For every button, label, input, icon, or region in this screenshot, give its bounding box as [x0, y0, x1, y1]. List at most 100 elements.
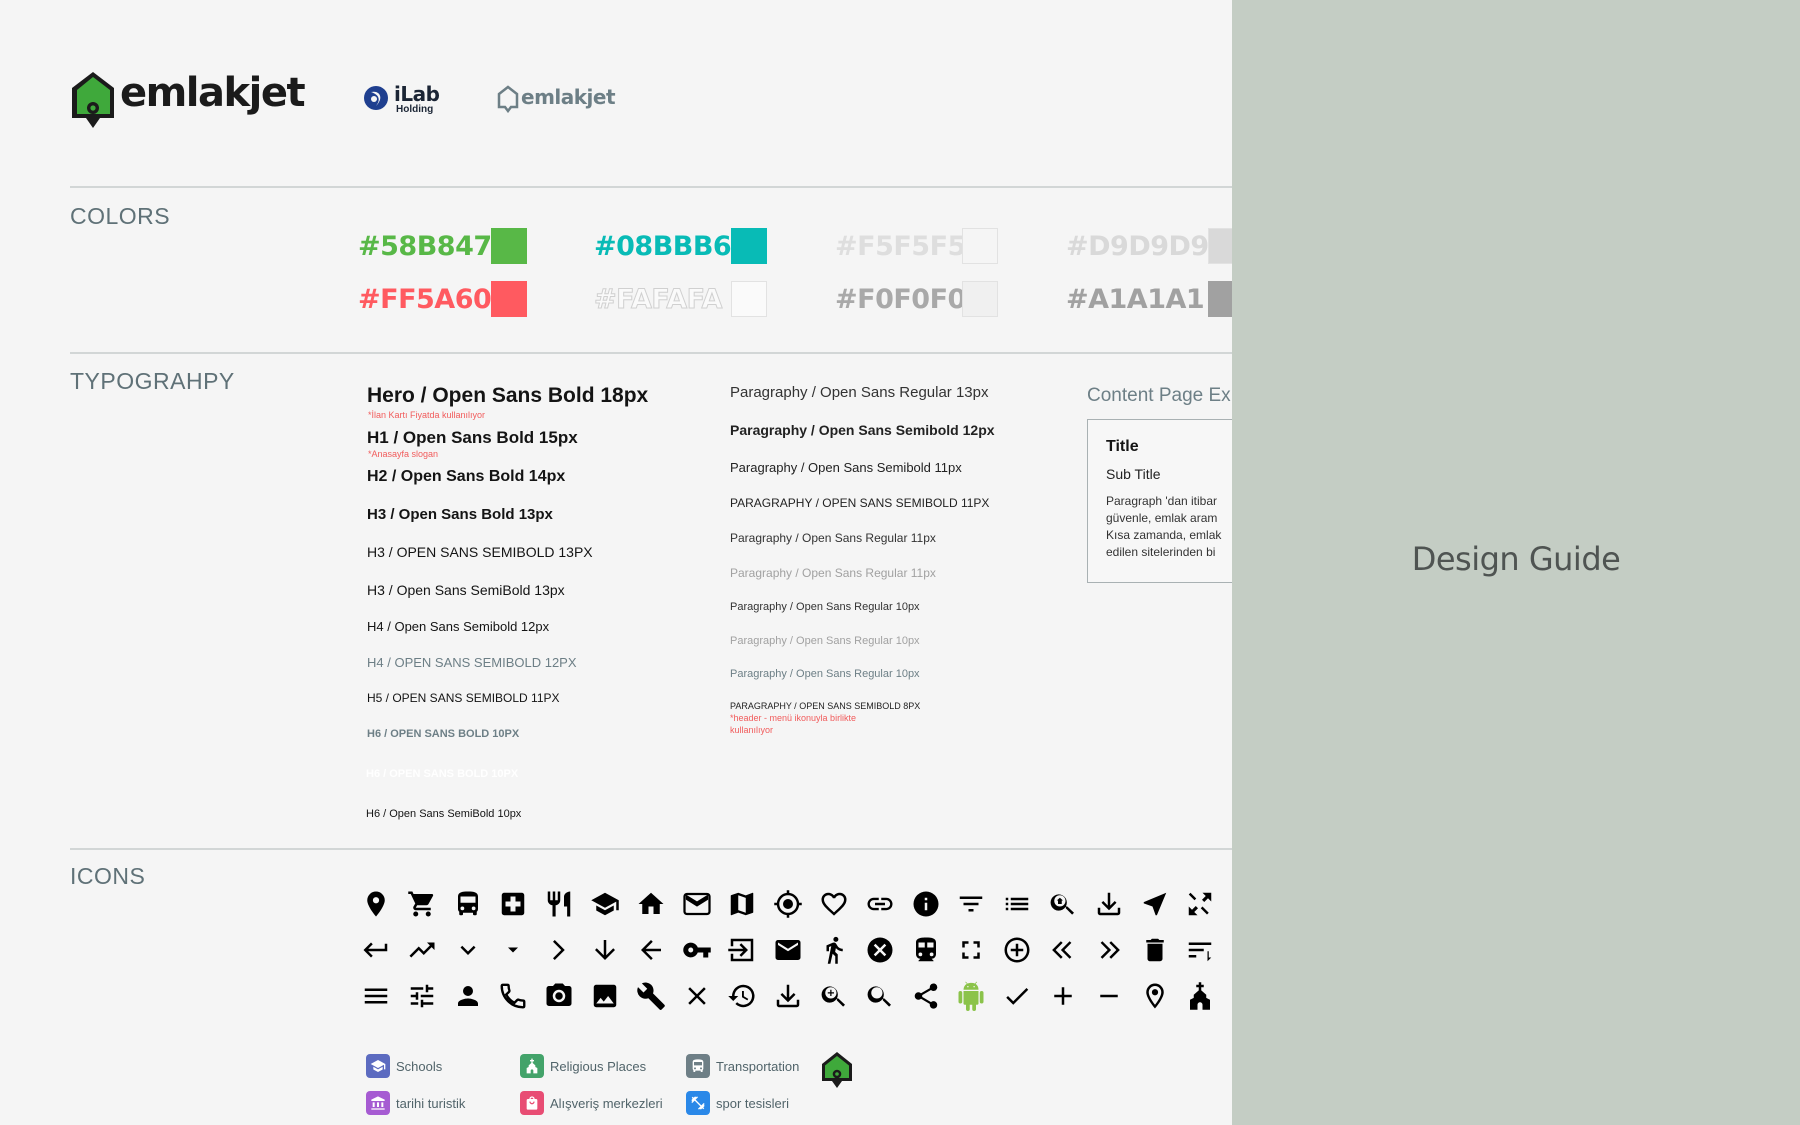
design-guide-canvas: emlakjet iLab Holding emlakjet COLORS #5… [0, 0, 1232, 1125]
search-icon [865, 981, 895, 1011]
p8-note-line-2: kullanılıyor [730, 725, 774, 735]
p11-regular-sample: Paragraphy / Open Sans Regular 11px [730, 531, 936, 545]
poi-legend-label: tarihi turistik [396, 1095, 466, 1111]
arrow-left-icon [636, 935, 666, 965]
train-icon [911, 935, 941, 965]
example-line-2: güvenle, emlak aram [1106, 511, 1218, 525]
poi-legend-label: Alışveriş merkezleri [550, 1095, 663, 1111]
p13-regular-sample: Paragraphy / Open Sans Regular 13px [730, 384, 989, 401]
close-icon [682, 981, 712, 1011]
poi-legend-label: spor tesisleri [716, 1095, 789, 1111]
color-swatch-08bbb6 [731, 228, 767, 264]
color-label-08bbb6: #08BBB6 [594, 231, 732, 262]
ilab-logo: iLab Holding [362, 82, 452, 118]
login-icon [727, 935, 757, 965]
camera-icon [544, 981, 574, 1011]
restaurant-icon [544, 889, 574, 919]
poi-legend-item: Transportation [686, 1054, 799, 1078]
color-label-f0f0f0: #F0F0F0 [835, 284, 966, 315]
h1-note: *Anasayfa slogan [368, 449, 439, 459]
poi-legend-item: Religious Places [520, 1054, 646, 1078]
typography-section-title: TYPOGRAHPY [70, 368, 235, 394]
bus-icon [453, 889, 483, 919]
p8-note-line-1: *header - menü ikonuyla birlikte [730, 713, 857, 723]
color-label-f5f5f5: #F5F5F5 [835, 231, 966, 262]
sport-icon [686, 1091, 710, 1115]
trash-icon [1140, 935, 1170, 965]
h3-bold-sample: H3 / Open Sans Bold 13px [367, 506, 553, 523]
church-icon [520, 1054, 544, 1078]
color-label-a1a1a1: #A1A1A1 [1066, 284, 1205, 315]
bag-icon [520, 1091, 544, 1115]
p10-regular-sample: Paragraphy / Open Sans Regular 10px [730, 601, 920, 613]
key-icon [682, 935, 712, 965]
poi-legend-label: Transportation [716, 1058, 800, 1074]
p11-semibold-sample: Paragraphy / Open Sans Semibold 11px [730, 460, 962, 475]
p12-semibold-sample: Paragraphy / Open Sans Semibold 12px [730, 422, 995, 438]
zoom-home-icon [1048, 889, 1078, 919]
color-swatch-fafafa [731, 281, 767, 317]
heart-icon [819, 889, 849, 919]
sort-icon [1185, 935, 1215, 965]
mail-outline-icon [682, 889, 712, 919]
pin-outline-icon [1140, 981, 1170, 1011]
poi-legend-item: spor tesisleri [686, 1091, 789, 1115]
color-label-d9d9d9: #D9D9D9 [1066, 231, 1209, 262]
chevron-down-icon [453, 935, 483, 965]
bus-icon [686, 1054, 710, 1078]
navigate-icon [1140, 889, 1170, 919]
double-left-icon [1048, 935, 1078, 965]
example-subtitle: Sub Title [1106, 466, 1161, 482]
p8-semibold-sample: PARAGRAPHY / OPEN SANS SEMIBOLD 8PX [730, 701, 921, 711]
church-icon [1185, 981, 1215, 1011]
colors-section-title: COLORS [70, 203, 171, 229]
school-icon [590, 889, 620, 919]
gps-icon [773, 889, 803, 919]
tune-icon [407, 981, 437, 1011]
hero-note: *İlan Kartı Fiyatda kullanılıyor [368, 410, 486, 420]
p11-semibold-upper-sample: PARAGRAPHY / OPEN SANS SEMIBOLD 11PX [730, 496, 990, 510]
wrench-icon [636, 981, 666, 1011]
example-line-4: edilen sitelerinden bi [1106, 545, 1216, 559]
emlakjet-wordmark-small: emlakjet [521, 85, 616, 109]
h6-bold-light-sample: H6 / OPEN SANS BOLD 10PX [366, 768, 519, 780]
h3-semibold-sample: H3 / Open Sans SemiBold 13px [367, 582, 565, 598]
double-right-icon [1094, 935, 1124, 965]
mail-icon [773, 935, 803, 965]
emlakjet-wordmark: emlakjet [120, 70, 306, 116]
example-line-1: Paragraph 'dan itibar [1106, 494, 1218, 508]
link-icon [865, 889, 895, 919]
divider [70, 186, 1232, 188]
info-icon [911, 889, 941, 919]
h5-sample: H5 / OPEN SANS SEMIBOLD 11PX [367, 691, 560, 705]
p10-regular-light-sample: Paragraphy / Open Sans Regular 10px [730, 635, 920, 647]
trending-icon [407, 935, 437, 965]
download-icon [1094, 889, 1124, 919]
color-swatch-58b847 [491, 228, 527, 264]
pin-icon [361, 889, 391, 919]
share-icon [911, 981, 941, 1011]
divider [70, 352, 1232, 354]
emlakjet-house-icon [72, 72, 114, 128]
color-swatch-a1a1a1 [1208, 281, 1232, 317]
hospital-icon [498, 889, 528, 919]
design-guide-panel: Design Guide [1232, 0, 1800, 1125]
walk-icon [819, 935, 849, 965]
emlakjet-logo: emlakjet [70, 68, 306, 130]
menu-icon [361, 981, 391, 1011]
color-label-ff5a60: #FF5A60 [358, 284, 492, 315]
p10-regular-slate-sample: Paragraphy / Open Sans Regular 10px [730, 668, 920, 680]
download-icon [773, 981, 803, 1011]
poi-legend-label: Religious Places [550, 1058, 647, 1074]
check-icon [1002, 981, 1032, 1011]
color-swatch-d9d9d9 [1208, 228, 1232, 264]
poi-legend-item: Alışveriş merkezleri [520, 1091, 663, 1115]
caret-down-icon [498, 935, 528, 965]
color-label-58b847: #58B847 [358, 231, 492, 262]
android-icon [956, 981, 986, 1011]
minus-icon [1094, 981, 1124, 1011]
filter-icon [956, 889, 986, 919]
h3-semibold-upper-sample: H3 / OPEN SANS SEMIBOLD 13PX [367, 544, 593, 560]
school-icon [366, 1054, 390, 1078]
zoom-in-icon [819, 981, 849, 1011]
